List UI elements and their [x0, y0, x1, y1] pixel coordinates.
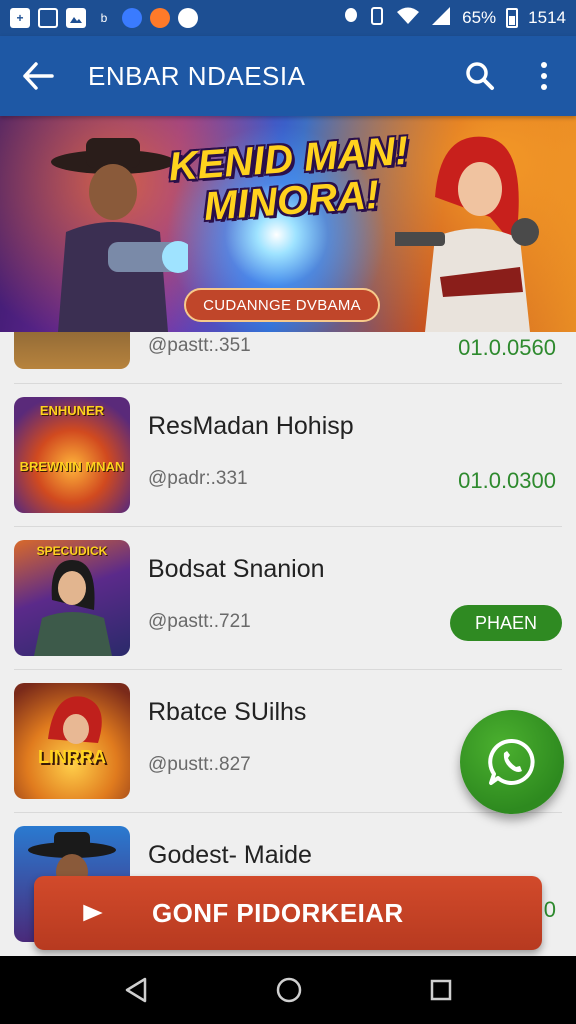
plus-icon: +	[10, 8, 30, 28]
app-version: 0	[543, 897, 556, 922]
back-arrow-icon	[23, 62, 54, 90]
recents-square-icon[interactable]	[429, 978, 453, 1002]
blue-app-icon	[122, 8, 142, 28]
banner-title: KENID MAN! MINORA!	[167, 129, 412, 231]
app-bar: ENBAR NDAESIA	[0, 36, 576, 116]
app-thumbnail: LINRRA	[14, 683, 130, 799]
app-meta: @padr:.331	[148, 468, 248, 489]
b-icon: b	[100, 11, 108, 25]
image-icon	[66, 8, 86, 28]
app-name: Bodsat Snanion	[148, 555, 325, 583]
search-icon	[466, 62, 494, 90]
more-options-button[interactable]	[512, 36, 576, 116]
thumb-text-bottom: BREWNIN MNAN	[19, 459, 125, 474]
app-title: ENBAR NDAESIA	[88, 60, 306, 91]
cta-button[interactable]: GONF PIDORKEIAR	[34, 876, 542, 950]
orange-app-icon	[150, 8, 170, 28]
notification-icon	[344, 7, 358, 30]
app-meta: @pustt:.827	[148, 754, 251, 775]
vibrate-icon	[368, 6, 386, 31]
app-thumbnail: ENHUNER BREWNIN MNAN	[14, 397, 130, 513]
thumb-character	[48, 696, 102, 744]
app-version: 01.0.0560	[458, 335, 556, 360]
banner-badge[interactable]: CUDANNGE DVBAMA	[184, 288, 380, 322]
list-item[interactable]: @pastt:.351 01.0.0560	[0, 332, 576, 384]
app-meta: @pastt:.721	[148, 611, 251, 632]
app-name: Godest- Maide	[148, 841, 312, 869]
clock: 1514	[528, 8, 566, 27]
keyboard-icon	[38, 8, 58, 28]
cowboy-hero-illustration	[51, 138, 188, 332]
status-right: 65% 1514	[344, 6, 566, 31]
play-icon	[34, 876, 104, 950]
whatsapp-icon	[488, 738, 535, 785]
thumb-text: LINRRA	[38, 747, 106, 767]
battery-icon	[506, 8, 519, 28]
ball-icon	[178, 8, 198, 28]
install-button[interactable]: PHAEN	[450, 605, 562, 641]
search-button[interactable]	[448, 36, 512, 116]
battery-text: 65%	[462, 8, 497, 27]
system-nav-bar	[0, 956, 576, 1024]
whatsapp-fab-button[interactable]	[460, 710, 564, 814]
app-version: 01.0.0300	[458, 468, 556, 493]
app-list: @pastt:.351 01.0.0560 ENHUNER BREWNIN MN…	[0, 332, 576, 956]
back-triangle-icon[interactable]	[123, 976, 149, 1004]
home-circle-icon[interactable]	[275, 976, 303, 1004]
status-bar: + b 65% 1514	[0, 0, 576, 36]
more-vertical-icon	[541, 62, 547, 90]
app-thumbnail: SPECUDICK	[14, 540, 130, 656]
status-left-icons: + b	[10, 8, 198, 28]
thumb-text-top: ENHUNER	[39, 403, 105, 418]
back-button[interactable]	[0, 36, 76, 116]
redhead-hero-illustration	[395, 136, 539, 332]
list-item[interactable]: ENHUNER BREWNIN MNAN ResMadan Hohisp @pa…	[0, 384, 576, 527]
signal-icon	[430, 6, 452, 31]
promo-banner[interactable]: KENID MAN! MINORA! CUDANNGE DVBAMA	[0, 116, 576, 332]
app-meta: @pastt:.351	[148, 335, 251, 356]
app-name: ResMadan Hohisp	[148, 412, 354, 440]
list-item[interactable]: SPECUDICK Bodsat Snanion @pastt:.721 PHA…	[0, 527, 576, 670]
wifi-icon	[396, 6, 420, 31]
app-thumbnail	[14, 332, 130, 369]
app-name: Rbatce SUilhs	[148, 698, 307, 726]
thumb-character	[34, 560, 112, 656]
cta-label: GONF PIDORKEIAR	[152, 897, 404, 928]
